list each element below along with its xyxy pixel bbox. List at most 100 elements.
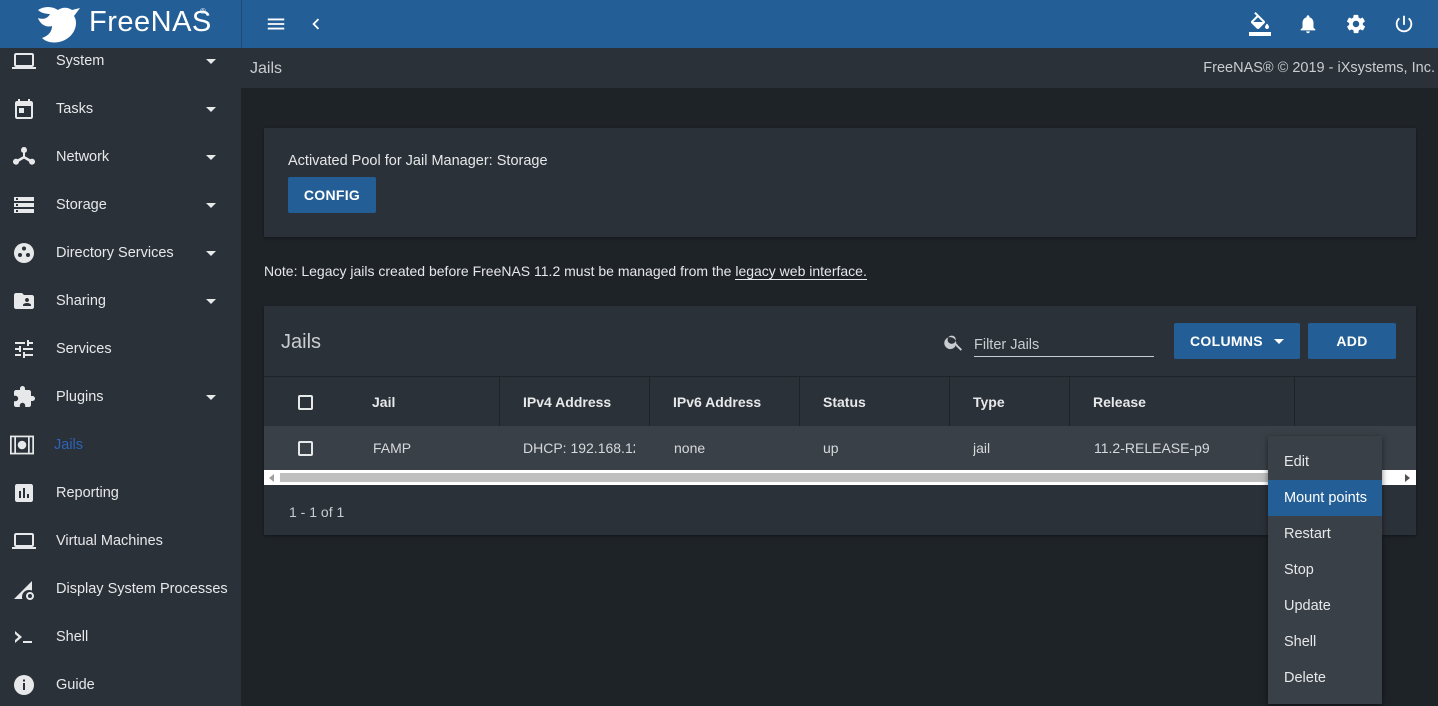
horizontal-scrollbar[interactable] — [264, 470, 1416, 485]
caret-down-icon — [206, 394, 216, 400]
gear-icon — [1346, 14, 1366, 34]
column-divider — [949, 377, 950, 427]
chevron-left-icon — [312, 18, 320, 30]
logo-text: FreeNAS — [89, 6, 212, 38]
network-icon — [13, 147, 35, 165]
caret-down-icon — [206, 298, 216, 304]
caret-down-icon — [206, 202, 216, 208]
menu-item-stop[interactable]: Stop — [1268, 552, 1382, 588]
computer-icon — [12, 533, 36, 549]
paint-bucket-icon — [1249, 12, 1271, 36]
sidebar-item-directory-services[interactable]: Directory Services — [0, 229, 241, 277]
cell-release: 11.2-RELEASE-p9 — [1094, 440, 1210, 456]
jail-manager-pool-card: Activated Pool for Jail Manager: Storage… — [264, 128, 1416, 237]
sidebar-item-label: Reporting — [56, 485, 119, 501]
caret-down-icon — [206, 250, 216, 256]
signal-gear-icon — [14, 581, 34, 600]
storage-icon — [14, 197, 34, 213]
sidebar-item-label: System — [56, 53, 105, 69]
sidebar-item-shell[interactable]: Shell — [0, 613, 241, 661]
hamburger-icon — [267, 18, 285, 30]
menu-item-edit[interactable]: Edit — [1268, 444, 1382, 480]
column-header-type[interactable]: Type — [973, 377, 1005, 427]
menu-toggle-button[interactable] — [264, 12, 288, 36]
table-row[interactable]: FAMP DHCP: 192.168.12 none up jail 11.2-… — [264, 426, 1416, 470]
column-header-ipv6[interactable]: IPv6 Address — [673, 377, 761, 427]
column-header-jail[interactable]: Jail — [372, 377, 395, 427]
menu-item-restart[interactable]: Restart — [1268, 516, 1382, 552]
filter-jails-input[interactable] — [974, 329, 1154, 357]
columns-button[interactable]: COLUMNS — [1174, 323, 1300, 359]
menu-item-mount-points[interactable]: Mount points — [1268, 480, 1382, 516]
add-jail-button[interactable]: ADD — [1308, 323, 1396, 359]
jails-table-title: Jails — [281, 331, 322, 353]
sidebar-item-sharing[interactable]: Sharing — [0, 277, 241, 325]
calendar-icon — [15, 99, 33, 119]
power-button[interactable] — [1392, 12, 1416, 36]
jail-icon — [10, 435, 34, 455]
legacy-note: Note: Legacy jails created before FreeNA… — [264, 263, 867, 280]
row-checkbox[interactable] — [298, 441, 313, 456]
column-divider — [649, 377, 650, 427]
collapse-sidebar-button[interactable] — [304, 12, 328, 36]
sidebar-item-jails[interactable]: Jails — [0, 421, 241, 469]
menu-item-update[interactable]: Update — [1268, 588, 1382, 624]
menu-item-delete[interactable]: Delete — [1268, 660, 1382, 696]
sidebar-item-display-system-processes[interactable]: Display System Processes — [0, 565, 241, 613]
menu-item-shell[interactable]: Shell — [1268, 624, 1382, 660]
notifications-button[interactable] — [1296, 12, 1320, 36]
topbar-divider — [241, 0, 242, 48]
column-header-status[interactable]: Status — [823, 377, 866, 427]
sidebar-item-system[interactable]: System — [0, 37, 241, 85]
breadcrumb[interactable]: Jails — [250, 60, 282, 78]
sidebar-item-reporting[interactable]: Reporting — [0, 469, 241, 517]
power-icon — [1395, 15, 1413, 33]
column-divider — [499, 377, 500, 427]
column-header-release[interactable]: Release — [1093, 377, 1146, 427]
sidebar-item-label: Sharing — [56, 293, 106, 309]
search-icon — [944, 335, 963, 351]
caret-down-icon — [206, 106, 216, 112]
sidebar-item-label: Shell — [56, 629, 89, 645]
sidebar-item-label: Virtual Machines — [56, 533, 163, 549]
sidebar-item-label: Storage — [56, 197, 107, 213]
scroll-left-arrow-icon[interactable] — [269, 474, 274, 482]
caret-down-icon — [1274, 339, 1284, 344]
sidebar-item-plugins[interactable]: Plugins — [0, 373, 241, 421]
sidebar-item-label: Network — [56, 149, 110, 165]
shared-folder-icon — [14, 293, 34, 309]
select-all-checkbox[interactable] — [298, 395, 313, 410]
cell-status: up — [823, 440, 839, 456]
sidebar-item-network[interactable]: Network — [0, 133, 241, 181]
sidebar-item-label: Guide — [56, 677, 95, 693]
chart-icon — [15, 484, 33, 502]
tune-icon — [15, 340, 33, 358]
pagination-range: 1 - 1 of 1 — [289, 504, 345, 520]
sidebar-item-label: Services — [56, 341, 112, 357]
sidebar-item-label: Directory Services — [56, 245, 174, 261]
puzzle-icon — [14, 386, 35, 407]
legacy-note-text: Note: Legacy jails created before FreeNA… — [264, 263, 736, 279]
scrollbar-thumb[interactable] — [280, 473, 1284, 482]
sidebar-item-storage[interactable]: Storage — [0, 181, 241, 229]
copyright-text: FreeNAS® © 2019 - iXsystems, Inc. — [1203, 60, 1435, 76]
sidebar-item-label: Display System Processes — [56, 581, 228, 597]
scroll-right-arrow-icon[interactable] — [1405, 474, 1410, 482]
cell-jail: FAMP — [373, 440, 412, 456]
jail-actions-menu: Edit Mount points Restart Stop Update Sh… — [1268, 436, 1382, 704]
sidebar-item-guide[interactable]: Guide — [0, 661, 241, 706]
sidebar-item-services[interactable]: Services — [0, 325, 241, 373]
directory-services-icon — [14, 243, 34, 263]
laptop-icon — [12, 53, 36, 69]
breadcrumb-bar: Jails FreeNAS® © 2019 - iXsystems, Inc. — [241, 48, 1438, 88]
bell-icon — [1300, 15, 1316, 34]
config-button[interactable]: CONFIG — [288, 177, 376, 213]
sidebar-item-virtual-machines[interactable]: Virtual Machines — [0, 517, 241, 565]
columns-button-label: COLUMNS — [1190, 333, 1263, 349]
column-header-ipv4[interactable]: IPv4 Address — [523, 377, 611, 427]
legacy-web-interface-link[interactable]: legacy web interface. — [735, 263, 867, 280]
settings-button[interactable] — [1344, 12, 1368, 36]
column-divider — [799, 377, 800, 427]
sidebar-item-tasks[interactable]: Tasks — [0, 85, 241, 133]
theme-button[interactable] — [1248, 12, 1272, 36]
